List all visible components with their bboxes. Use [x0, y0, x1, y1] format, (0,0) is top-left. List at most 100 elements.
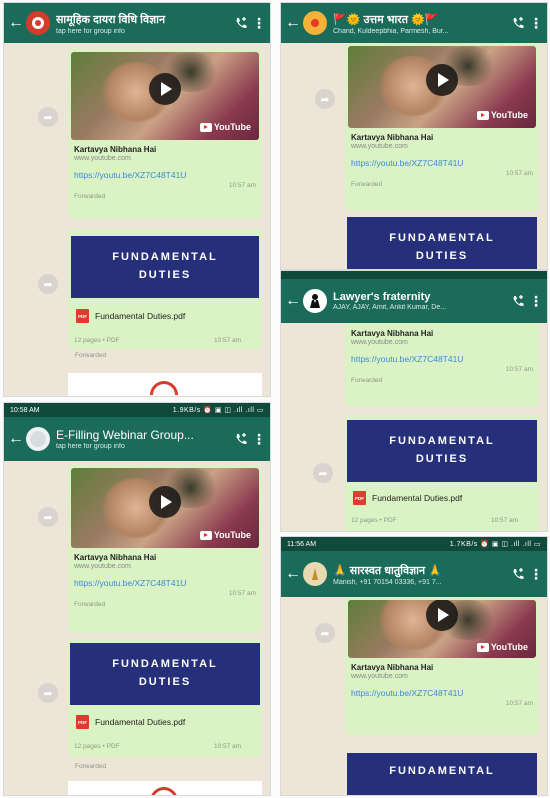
header-titles[interactable]: 🙏 सारस्वत धातुविज्ञान 🙏 Manish, +91 7015…: [333, 563, 507, 586]
forward-share-icon[interactable]: ➦: [315, 623, 335, 643]
group-avatar[interactable]: [26, 11, 50, 35]
video-thumbnail[interactable]: YouTube: [348, 600, 536, 658]
more-options-icon[interactable]: ⋮: [529, 294, 543, 308]
group-avatar[interactable]: [26, 427, 50, 451]
video-link[interactable]: https://youtu.be/XZ7C48T41U: [351, 158, 533, 168]
group-subtitle: Manish, +91 70154 03336, +91 7...: [333, 578, 442, 586]
video-link[interactable]: https://youtu.be/XZ7C48T41U: [74, 578, 256, 588]
video-thumbnail[interactable]: YouTube: [71, 468, 259, 548]
group-avatar[interactable]: [303, 289, 327, 313]
video-domain: www.youtube.com: [351, 339, 408, 346]
forwarded-label: Forwarded: [74, 601, 106, 608]
video-thumbnail[interactable]: YouTube: [348, 46, 536, 128]
forwarded-label: Forwarded: [351, 377, 383, 384]
pdf-file-row[interactable]: PDF Fundamental Duties.pdf: [353, 491, 462, 505]
back-arrow-icon[interactable]: ←: [8, 431, 24, 447]
pdf-filename: Fundamental Duties.pdf: [372, 493, 463, 503]
video-link[interactable]: https://youtu.be/XZ7C48T41U: [351, 688, 533, 698]
pdf-filename: Fundamental Duties.pdf: [95, 311, 186, 321]
group-icon: [30, 431, 46, 447]
play-icon[interactable]: [149, 72, 181, 105]
chat-header[interactable]: ← 🙏 सारस्वत धातुविज्ञान 🙏 Manish, +91 70…: [281, 551, 547, 597]
video-link-message[interactable]: Kartavya Nibhana Hai www.youtube.com htt…: [345, 323, 539, 407]
header-titles[interactable]: 🚩🌞 उत्तम भारत 🌞🚩 Chand, Kuldeepbhia, Par…: [333, 12, 507, 35]
pdf-file-row[interactable]: PDF Fundamental Duties.pdf: [76, 309, 185, 323]
status-icons: 1.9KB/s ⏰ ▣ ◫ .ıll .ıll ▭: [172, 407, 264, 414]
video-domain: www.youtube.com: [351, 143, 408, 150]
chat-panel-1: ← सामूहिक दायरा विधि विज्ञान tap here fo…: [3, 2, 271, 397]
more-options-icon[interactable]: ⋮: [252, 432, 266, 446]
video-domain: www.youtube.com: [74, 155, 131, 162]
group-avatar[interactable]: [303, 11, 327, 35]
group-title: सामूहिक दायरा विधि विज्ञान: [56, 13, 166, 26]
back-arrow-icon[interactable]: ←: [285, 293, 301, 309]
pdf-preview-banner[interactable]: FUNDAMENTAL DUTIES: [71, 236, 259, 298]
forward-share-icon[interactable]: ➦: [315, 89, 335, 109]
forwarded-label: Forwarded: [75, 352, 107, 359]
back-arrow-icon[interactable]: ←: [8, 15, 24, 31]
add-call-icon[interactable]: [507, 16, 529, 30]
group-subtitle: AJAY, AJAY, Amit, Ankit Kumar, De...: [333, 304, 447, 311]
pdf-time: 10:57 am: [214, 743, 242, 750]
video-link[interactable]: https://youtu.be/XZ7C48T41U: [74, 170, 256, 180]
back-arrow-icon[interactable]: ←: [285, 566, 301, 582]
forward-share-icon[interactable]: ➦: [38, 683, 58, 703]
pdf-file-row[interactable]: PDF Fundamental Duties.pdf: [76, 715, 185, 729]
forward-share-icon[interactable]: ➦: [38, 107, 58, 127]
header-titles[interactable]: सामूहिक दायरा विधि विज्ञान tap here for …: [56, 12, 230, 35]
pdf-preview-banner[interactable]: FUNDAMENTAL: [347, 753, 537, 795]
forward-share-icon[interactable]: ➦: [38, 274, 58, 294]
add-call-icon[interactable]: [507, 294, 529, 308]
video-title: Kartavya Nibhana Hai: [351, 329, 434, 338]
pdf-preview-banner[interactable]: FUNDAMENTAL DUTIES: [347, 217, 537, 269]
header-titles[interactable]: Lawyer's fraternity AJAY, AJAY, Amit, An…: [333, 291, 507, 311]
pdf-filename: Fundamental Duties.pdf: [95, 717, 186, 727]
chat-header[interactable]: ← Lawyer's fraternity AJAY, AJAY, Amit, …: [281, 279, 547, 323]
message-time: 10:57 am: [505, 366, 533, 373]
video-thumbnail[interactable]: YouTube: [71, 52, 259, 140]
play-icon[interactable]: [149, 485, 181, 518]
chat-header[interactable]: ← 🚩🌞 उत्तम भारत 🌞🚩 Chand, Kuldeepbhia, P…: [281, 3, 547, 43]
forwarded-label: Forwarded: [351, 181, 383, 188]
pdf-meta: 12 pages • PDF: [74, 743, 120, 750]
play-icon[interactable]: [426, 64, 458, 97]
video-link-message[interactable]: YouTube Kartavya Nibhana Hai www.youtube…: [68, 465, 262, 633]
status-bar: [281, 271, 547, 279]
group-subtitle: tap here for group info: [56, 27, 125, 35]
pdf-time: 10:57 am: [214, 337, 242, 344]
forward-share-icon[interactable]: ➦: [38, 507, 58, 527]
chat-panel-3: ← Lawyer's fraternity AJAY, AJAY, Amit, …: [280, 270, 548, 532]
more-options-icon[interactable]: ⋮: [529, 16, 543, 30]
add-call-icon[interactable]: [507, 567, 529, 581]
more-options-icon[interactable]: ⋮: [252, 16, 266, 30]
add-call-icon[interactable]: [230, 16, 252, 30]
pdf-time: 10:57 am: [491, 517, 519, 524]
video-link-message[interactable]: YouTube Kartavya Nibhana Hai www.youtube…: [345, 43, 539, 211]
group-avatar[interactable]: [303, 562, 327, 586]
chat-panel-4: 10:58 AM 1.9KB/s ⏰ ▣ ◫ .ıll .ıll ▭ ← E-F…: [3, 402, 271, 796]
forwarded-label: Forwarded: [74, 193, 106, 200]
status-icons: 1.7KB/s ⏰ ▣ ◫ .ıll .ıll ▭: [449, 541, 541, 548]
back-arrow-icon[interactable]: ←: [285, 15, 301, 31]
video-link[interactable]: https://youtu.be/XZ7C48T41U: [351, 354, 533, 364]
video-link-message[interactable]: YouTube Kartavya Nibhana Hai www.youtube…: [345, 597, 539, 735]
video-link-message[interactable]: YouTube Kartavya Nibhana Hai www.youtube…: [68, 49, 262, 219]
play-icon[interactable]: [426, 600, 458, 631]
chat-header[interactable]: ← E-Filling Webinar Group... tap here fo…: [4, 417, 270, 461]
chat-panel-2: ← 🚩🌞 उत्तम भारत 🌞🚩 Chand, Kuldeepbhia, P…: [280, 2, 548, 270]
more-options-icon[interactable]: ⋮: [529, 567, 543, 581]
add-call-icon[interactable]: [230, 432, 252, 446]
sun-icon: [311, 19, 319, 27]
youtube-logo: YouTube: [476, 110, 528, 120]
pdf-meta: 12 pages • PDF: [351, 517, 397, 524]
message-time: 10:57 am: [228, 182, 256, 189]
pdf-preview-banner[interactable]: FUNDAMENTAL DUTIES: [347, 420, 537, 482]
header-titles[interactable]: E-Filling Webinar Group... tap here for …: [56, 428, 230, 450]
status-time: 10:58 AM: [10, 406, 40, 414]
forward-share-icon[interactable]: ➦: [313, 463, 333, 483]
chat-header[interactable]: ← सामूहिक दायरा विधि विज्ञान tap here fo…: [4, 3, 270, 43]
pdf-preview-banner[interactable]: FUNDAMENTAL DUTIES: [70, 643, 260, 705]
status-bar: 10:58 AM 1.9KB/s ⏰ ▣ ◫ .ıll .ıll ▭: [4, 403, 270, 417]
chat-panel-5: 11:56 AM 1.7KB/s ⏰ ▣ ◫ .ıll .ıll ▭ ← 🙏 स…: [280, 536, 548, 796]
group-subtitle: tap here for group info: [56, 443, 125, 450]
